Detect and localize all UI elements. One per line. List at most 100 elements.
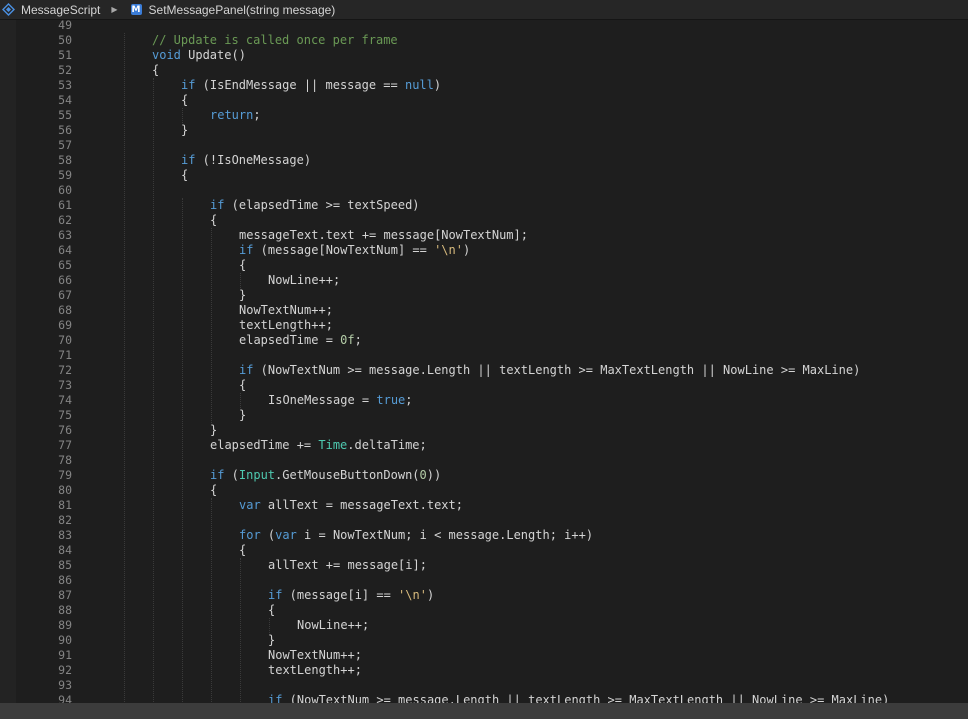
line-number: 49 (58, 20, 72, 32)
code-line[interactable]: elapsedTime = 0f; (239, 333, 362, 348)
line-number: 67 (58, 288, 72, 302)
code-line[interactable]: { (152, 63, 159, 78)
code-token: ) (426, 588, 435, 602)
breadcrumb-class[interactable]: MessageScript (0, 0, 100, 20)
code-token: // Update is called once per frame (152, 33, 398, 47)
code-line[interactable]: { (181, 168, 188, 183)
code-line[interactable]: { (268, 603, 275, 618)
code-line[interactable]: // Update is called once per frame (152, 33, 398, 48)
indent-guide (124, 33, 125, 703)
code-token: NowTextNum++; (239, 303, 333, 317)
indent-guide (240, 558, 241, 703)
line-number: 50 (58, 33, 72, 47)
line-number: 55 (58, 108, 72, 122)
code-line[interactable]: if (NowTextNum >= message.Length || text… (239, 363, 860, 378)
line-number: 58 (58, 153, 72, 167)
code-line[interactable]: IsOneMessage = true; (268, 393, 413, 408)
code-line[interactable]: } (181, 123, 188, 138)
code-line[interactable]: textLength++; (268, 663, 362, 678)
code-line[interactable]: NowLine++; (297, 618, 369, 633)
code-line[interactable]: return; (210, 108, 261, 123)
code-token: NowLine++; (297, 618, 370, 632)
code-token: null (404, 78, 434, 92)
chevron-right-icon: ▶ (111, 5, 118, 14)
code-line[interactable]: NowTextNum++; (268, 648, 362, 663)
indent-guide (182, 108, 183, 123)
code-token: Update() (180, 48, 246, 62)
breadcrumb-method-label: SetMessagePanel(string message) (148, 2, 336, 17)
line-number: 69 (58, 318, 72, 332)
code-line[interactable]: messageText.text += message[NowTextNum]; (239, 228, 528, 243)
code-line[interactable]: textLength++; (239, 318, 333, 333)
line-number: 66 (58, 273, 72, 287)
line-number: 84 (58, 543, 72, 557)
code-token: (IsEndMessage || message == (195, 78, 405, 92)
code-token: )) (426, 468, 442, 482)
code-area[interactable]: // Update is called once per frame void U… (80, 20, 968, 703)
code-token: return (210, 108, 254, 122)
line-number: 87 (58, 588, 72, 602)
code-line[interactable]: { (210, 213, 217, 228)
code-line[interactable]: allText += message[i]; (268, 558, 427, 573)
code-token: (NowTextNum >= message.Length || textLen… (253, 363, 861, 377)
line-number: 74 (58, 393, 72, 407)
code-token: allText = messageText.text; (260, 498, 463, 512)
code-line[interactable]: elapsedTime += Time.deltaTime; (210, 438, 427, 453)
editor-pane[interactable]: 49 50 51 52 53 54 55 56 57 58 59 60 61 62 63 64 65 66 67 68… (0, 20, 968, 703)
code-token: { (239, 378, 247, 392)
code-token: ; (253, 108, 261, 122)
code-token: ; (405, 393, 413, 407)
line-number: 54 (58, 93, 72, 107)
code-token: if (268, 588, 283, 602)
code-line[interactable]: if (Input.GetMouseButtonDown(0)) (210, 468, 441, 483)
code-line[interactable]: { (239, 378, 246, 393)
code-line[interactable]: } (210, 423, 217, 438)
method-icon: M (130, 4, 142, 15)
code-line[interactable]: NowLine++; (268, 273, 340, 288)
status-bar (0, 703, 968, 719)
line-number: 94 (58, 693, 72, 703)
line-number: 77 (58, 438, 72, 452)
code-line[interactable]: { (239, 543, 246, 558)
code-token: void (152, 48, 181, 62)
code-token: ( (224, 468, 239, 482)
code-line[interactable]: if (IsEndMessage || message == null) (181, 78, 441, 93)
line-number: 89 (58, 618, 72, 632)
code-line[interactable]: { (239, 258, 246, 273)
code-line[interactable]: { (210, 483, 217, 498)
code-token: ( (260, 528, 276, 542)
code-token: (elapsedTime >= textSpeed) (224, 198, 420, 212)
code-line[interactable]: } (268, 633, 275, 648)
code-line[interactable]: var allText = messageText.text; (239, 498, 463, 513)
code-line[interactable]: void Update() (152, 48, 246, 63)
code-line[interactable]: if (NowTextNum >= message.Length || text… (268, 693, 889, 703)
code-line[interactable]: } (239, 288, 246, 303)
code-token: { (268, 603, 276, 617)
code-line[interactable]: { (181, 93, 188, 108)
code-line[interactable]: if (!IsOneMessage) (181, 153, 311, 168)
code-line[interactable]: for (var i = NowTextNum; i < message.Len… (239, 528, 593, 543)
code-token: 0 (419, 468, 427, 482)
line-number: 75 (58, 408, 72, 422)
code-line[interactable]: } (239, 408, 246, 423)
code-token: ) (433, 78, 442, 92)
code-line[interactable]: NowTextNum++; (239, 303, 333, 318)
code-line[interactable]: if (message[i] == '\n') (268, 588, 434, 603)
code-token: messageText.text += message[NowTextNum]; (239, 228, 528, 242)
line-number: 53 (58, 78, 72, 92)
code-token: if (210, 198, 225, 212)
fold-gutter[interactable] (0, 20, 16, 703)
indent-guide (211, 228, 212, 423)
code-line[interactable]: if (message[NowTextNum] == '\n') (239, 243, 470, 258)
breadcrumb-method[interactable]: M SetMessagePanel(string message) (130, 0, 336, 20)
line-number: 63 (58, 228, 72, 242)
code-line[interactable]: if (elapsedTime >= textSpeed) (210, 198, 420, 213)
code-token: { (210, 483, 218, 497)
line-number-gutter: 49 50 51 52 53 54 55 56 57 58 59 60 61 62 63 64 65 66 67 68… (16, 20, 80, 703)
line-number: 64 (58, 243, 72, 257)
breadcrumb: MessageScript ▶ M SetMessagePanel(string… (0, 0, 968, 20)
line-number: 90 (58, 633, 72, 647)
line-number: 79 (58, 468, 72, 482)
indent-guide (240, 273, 241, 288)
code-token: allText += message[i]; (268, 558, 427, 572)
